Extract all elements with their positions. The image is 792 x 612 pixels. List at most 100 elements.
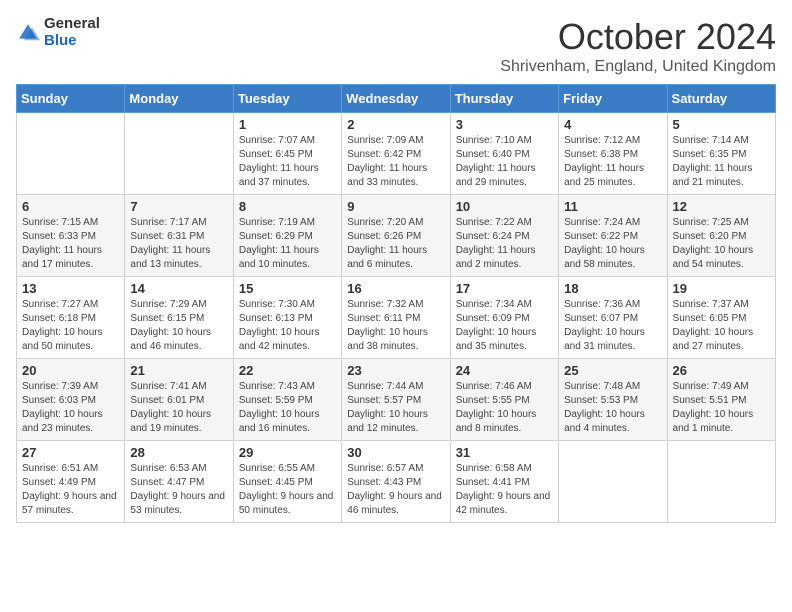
weekday-header-saturday: Saturday (667, 85, 775, 113)
day-info: Sunrise: 7:39 AM Sunset: 6:03 PM Dayligh… (22, 380, 119, 436)
day-info: Sunrise: 7:07 AM Sunset: 6:45 PM Dayligh… (239, 134, 336, 190)
calendar-week-row: 1 Sunrise: 7:07 AM Sunset: 6:45 PM Daylig… (17, 113, 776, 195)
day-info: Sunrise: 7:41 AM Sunset: 6:01 PM Dayligh… (130, 380, 227, 436)
weekday-header-friday: Friday (559, 85, 667, 113)
calendar-cell: 26 Sunrise: 7:49 AM Sunset: 5:51 PM Dayli… (667, 359, 775, 441)
calendar-cell: 11 Sunrise: 7:24 AM Sunset: 6:22 PM Dayli… (559, 195, 667, 277)
calendar-cell: 7 Sunrise: 7:17 AM Sunset: 6:31 PM Daylig… (125, 195, 233, 277)
calendar-cell: 30Sunrise: 6:57 AM Sunset: 4:43 PM Dayli… (342, 441, 450, 523)
calendar-cell: 14Sunrise: 7:29 AM Sunset: 6:15 PM Dayli… (125, 277, 233, 359)
day-info: Sunrise: 7:22 AM Sunset: 6:24 PM Dayligh… (456, 216, 553, 272)
day-info: Sunrise: 7:37 AM Sunset: 6:05 PM Dayligh… (673, 298, 770, 354)
day-info: Sunrise: 6:51 AM Sunset: 4:49 PM Dayligh… (22, 462, 119, 518)
day-number: 19 (673, 281, 770, 296)
title-area: October 2024 Shrivenham, England, United… (500, 16, 776, 76)
day-number: 31 (456, 445, 553, 460)
day-info: Sunrise: 7:10 AM Sunset: 6:40 PM Dayligh… (456, 134, 553, 190)
calendar-cell (125, 113, 233, 195)
day-info: Sunrise: 7:19 AM Sunset: 6:29 PM Dayligh… (239, 216, 336, 272)
calendar-cell: 25Sunrise: 7:48 AM Sunset: 5:53 PM Dayli… (559, 359, 667, 441)
calendar-cell: 22 Sunrise: 7:43 AM Sunset: 5:59 PM Dayli… (233, 359, 341, 441)
day-info: Sunrise: 7:24 AM Sunset: 6:22 PM Dayligh… (564, 216, 661, 272)
day-info: Sunrise: 7:43 AM Sunset: 5:59 PM Dayligh… (239, 380, 336, 436)
calendar-cell: 28 Sunrise: 6:53 AM Sunset: 4:47 PM Dayli… (125, 441, 233, 523)
day-number: 13 (22, 281, 119, 296)
day-info: Sunrise: 6:53 AM Sunset: 4:47 PM Dayligh… (130, 462, 227, 518)
calendar-cell (667, 441, 775, 523)
calendar-week-row: 20 Sunrise: 7:39 AM Sunset: 6:03 PM Dayli… (17, 359, 776, 441)
calendar-cell: 5 Sunrise: 7:14 AM Sunset: 6:35 PM Daylig… (667, 113, 775, 195)
day-number: 22 (239, 363, 336, 378)
day-number: 6 (22, 199, 119, 214)
weekday-header-tuesday: Tuesday (233, 85, 341, 113)
location-subtitle: Shrivenham, England, United Kingdom (500, 58, 776, 76)
calendar-cell: 31Sunrise: 6:58 AM Sunset: 4:41 PM Dayli… (450, 441, 558, 523)
day-info: Sunrise: 7:14 AM Sunset: 6:35 PM Dayligh… (673, 134, 770, 190)
calendar-cell: 23 Sunrise: 7:44 AM Sunset: 5:57 PM Dayli… (342, 359, 450, 441)
day-info: Sunrise: 7:44 AM Sunset: 5:57 PM Dayligh… (347, 380, 444, 436)
day-info: Sunrise: 7:32 AM Sunset: 6:11 PM Dayligh… (347, 298, 444, 354)
calendar-cell: 15 Sunrise: 7:30 AM Sunset: 6:13 PM Dayli… (233, 277, 341, 359)
day-number: 15 (239, 281, 336, 296)
weekday-header-monday: Monday (125, 85, 233, 113)
day-info: Sunrise: 7:49 AM Sunset: 5:51 PM Dayligh… (673, 380, 770, 436)
logo: General Blue (16, 16, 100, 49)
day-number: 8 (239, 199, 336, 214)
day-number: 26 (673, 363, 770, 378)
day-info: Sunrise: 7:46 AM Sunset: 5:55 PM Dayligh… (456, 380, 553, 436)
calendar-cell: 21Sunrise: 7:41 AM Sunset: 6:01 PM Dayli… (125, 359, 233, 441)
calendar-cell: 18 Sunrise: 7:36 AM Sunset: 6:07 PM Dayli… (559, 277, 667, 359)
day-number: 2 (347, 117, 444, 132)
header: General Blue October 2024 Shrivenham, En… (16, 16, 776, 76)
day-number: 27 (22, 445, 119, 460)
day-number: 7 (130, 199, 227, 214)
calendar-cell: 29 Sunrise: 6:55 AM Sunset: 4:45 PM Dayli… (233, 441, 341, 523)
day-number: 5 (673, 117, 770, 132)
calendar-week-row: 6 Sunrise: 7:15 AM Sunset: 6:33 PM Daylig… (17, 195, 776, 277)
day-number: 16 (347, 281, 444, 296)
day-number: 1 (239, 117, 336, 132)
day-info: Sunrise: 7:36 AM Sunset: 6:07 PM Dayligh… (564, 298, 661, 354)
day-info: Sunrise: 7:25 AM Sunset: 6:20 PM Dayligh… (673, 216, 770, 272)
weekday-header-sunday: Sunday (17, 85, 125, 113)
calendar-cell: 8 Sunrise: 7:19 AM Sunset: 6:29 PM Daylig… (233, 195, 341, 277)
calendar-cell (17, 113, 125, 195)
logo-icon (16, 21, 40, 45)
day-info: Sunrise: 7:15 AM Sunset: 6:33 PM Dayligh… (22, 216, 119, 272)
calendar-cell: 19 Sunrise: 7:37 AM Sunset: 6:05 PM Dayli… (667, 277, 775, 359)
calendar-cell: 6 Sunrise: 7:15 AM Sunset: 6:33 PM Daylig… (17, 195, 125, 277)
day-info: Sunrise: 7:29 AM Sunset: 6:15 PM Dayligh… (130, 298, 227, 354)
day-info: Sunrise: 6:57 AM Sunset: 4:43 PM Dayligh… (347, 462, 444, 518)
day-info: Sunrise: 7:48 AM Sunset: 5:53 PM Dayligh… (564, 380, 661, 436)
day-info: Sunrise: 7:12 AM Sunset: 6:38 PM Dayligh… (564, 134, 661, 190)
calendar-cell: 27 Sunrise: 6:51 AM Sunset: 4:49 PM Dayli… (17, 441, 125, 523)
day-number: 18 (564, 281, 661, 296)
day-info: Sunrise: 7:27 AM Sunset: 6:18 PM Dayligh… (22, 298, 119, 354)
weekday-header-thursday: Thursday (450, 85, 558, 113)
weekday-header-row: SundayMondayTuesdayWednesdayThursdayFrid… (17, 85, 776, 113)
weekday-header-wednesday: Wednesday (342, 85, 450, 113)
calendar-week-row: 27 Sunrise: 6:51 AM Sunset: 4:49 PM Dayli… (17, 441, 776, 523)
calendar-cell: 9 Sunrise: 7:20 AM Sunset: 6:26 PM Daylig… (342, 195, 450, 277)
day-info: Sunrise: 7:30 AM Sunset: 6:13 PM Dayligh… (239, 298, 336, 354)
logo-text: General Blue (44, 16, 100, 49)
day-number: 4 (564, 117, 661, 132)
calendar-cell (559, 441, 667, 523)
day-number: 28 (130, 445, 227, 460)
calendar-table: SundayMondayTuesdayWednesdayThursdayFrid… (16, 84, 776, 523)
day-number: 17 (456, 281, 553, 296)
calendar-cell: 17 Sunrise: 7:34 AM Sunset: 6:09 PM Dayli… (450, 277, 558, 359)
day-number: 20 (22, 363, 119, 378)
day-number: 11 (564, 199, 661, 214)
day-info: Sunrise: 6:55 AM Sunset: 4:45 PM Dayligh… (239, 462, 336, 518)
calendar-cell: 16 Sunrise: 7:32 AM Sunset: 6:11 PM Dayli… (342, 277, 450, 359)
day-info: Sunrise: 7:20 AM Sunset: 6:26 PM Dayligh… (347, 216, 444, 272)
month-title: October 2024 (500, 16, 776, 58)
day-number: 9 (347, 199, 444, 214)
day-number: 23 (347, 363, 444, 378)
day-info: Sunrise: 7:17 AM Sunset: 6:31 PM Dayligh… (130, 216, 227, 272)
calendar-cell: 24Sunrise: 7:46 AM Sunset: 5:55 PM Dayli… (450, 359, 558, 441)
calendar-cell: 13 Sunrise: 7:27 AM Sunset: 6:18 PM Dayli… (17, 277, 125, 359)
day-info: Sunrise: 7:34 AM Sunset: 6:09 PM Dayligh… (456, 298, 553, 354)
day-number: 29 (239, 445, 336, 460)
